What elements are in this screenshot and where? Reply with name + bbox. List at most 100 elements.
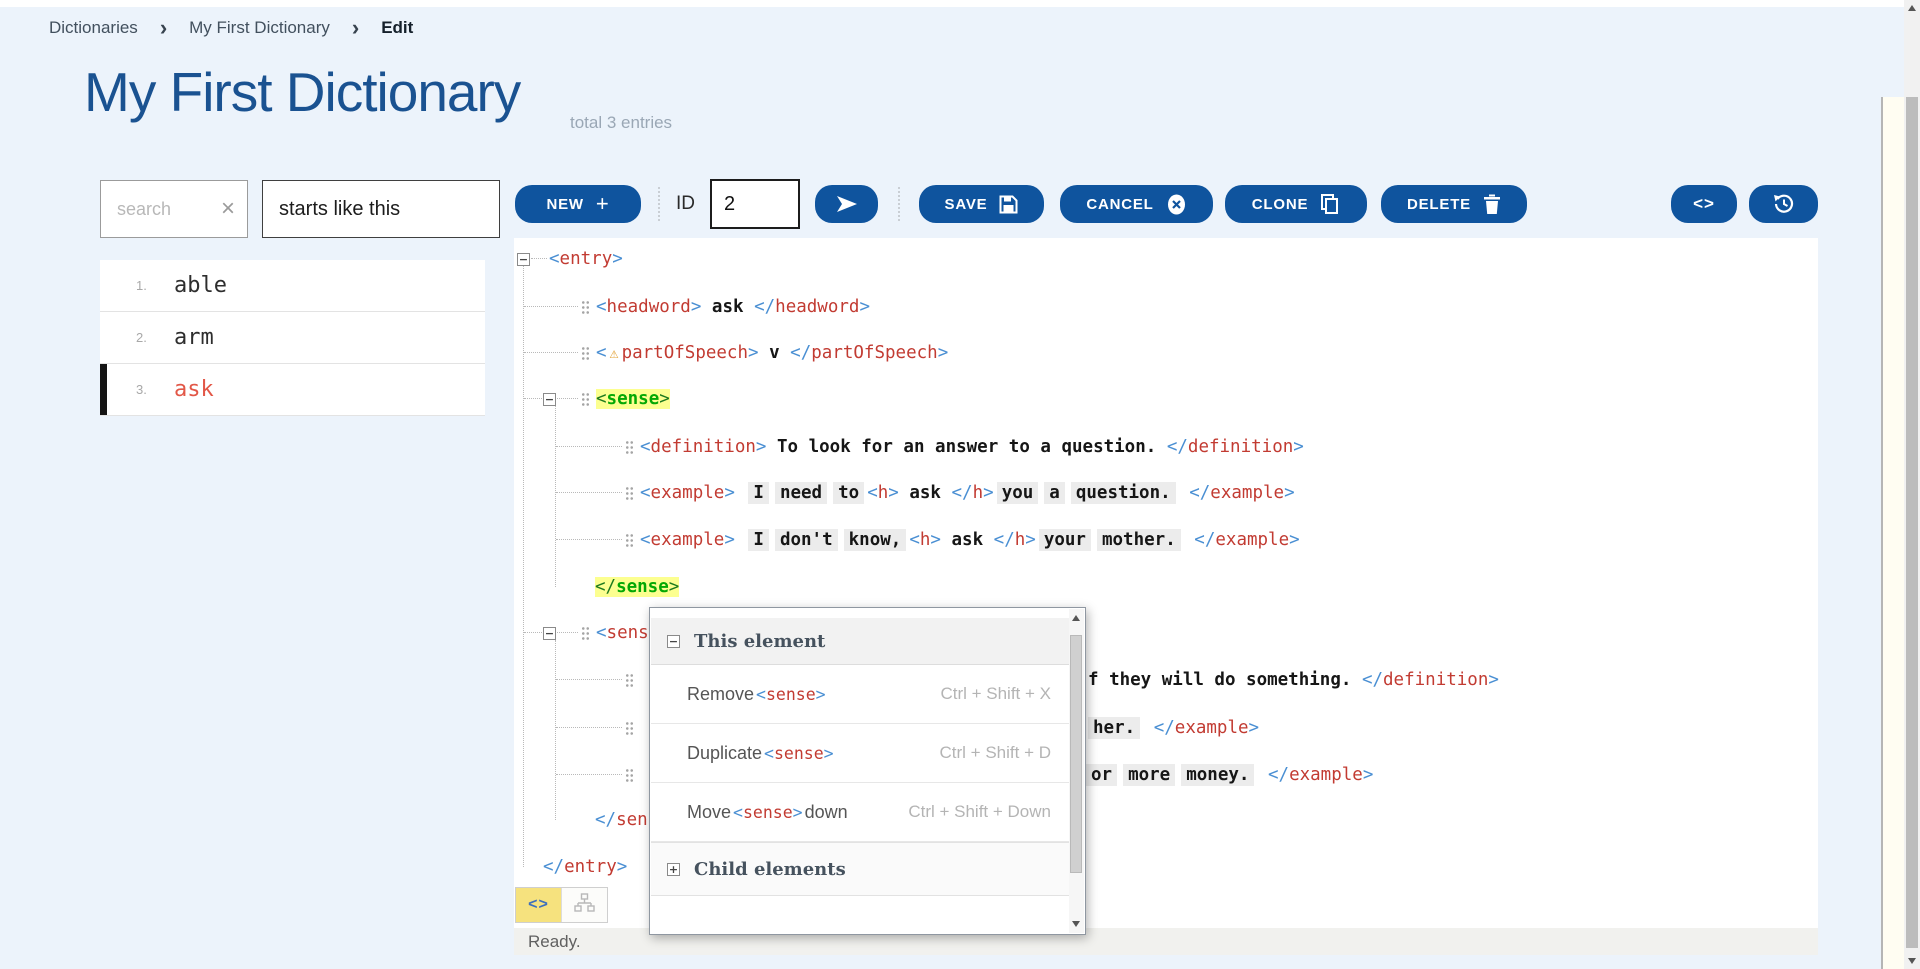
menu-item[interactable]: Move <sense> downCtrl + Shift + Down bbox=[651, 783, 1069, 842]
expand-icon[interactable]: + bbox=[667, 863, 680, 876]
text-node[interactable]: To look for an answer to a question. bbox=[766, 437, 1166, 457]
xml-close-tag[interactable]: </headword> bbox=[754, 297, 870, 317]
xml-close-tag[interactable]: </sense> bbox=[595, 577, 679, 597]
save-button[interactable]: SAVE bbox=[919, 185, 1044, 223]
text-chip[interactable]: your bbox=[1039, 529, 1091, 551]
menu-section-this-element[interactable]: − This element bbox=[651, 618, 1069, 665]
text-node[interactable] bbox=[735, 530, 746, 550]
text-node[interactable]: v bbox=[759, 343, 791, 363]
xml-close-tag[interactable]: </example> bbox=[1194, 530, 1299, 550]
xml-close-tag[interactable]: </h> bbox=[994, 530, 1036, 550]
text-node[interactable] bbox=[1184, 530, 1195, 550]
delete-button[interactable]: DELETE bbox=[1381, 185, 1527, 223]
text-node[interactable]: ask bbox=[899, 483, 952, 503]
text-node[interactable] bbox=[735, 483, 746, 503]
go-to-id-button[interactable] bbox=[815, 185, 878, 223]
drag-handle-icon[interactable] bbox=[625, 486, 634, 501]
scroll-down-icon[interactable] bbox=[1908, 958, 1916, 964]
scroll-down-icon[interactable] bbox=[1072, 921, 1080, 927]
angle-bracket: > bbox=[724, 530, 735, 550]
text-node[interactable] bbox=[1143, 718, 1154, 738]
xml-open-tag[interactable]: <example> bbox=[640, 483, 735, 503]
text-chip[interactable]: I bbox=[748, 529, 769, 551]
text-node[interactable] bbox=[1257, 765, 1268, 785]
collapse-toggle[interactable]: − bbox=[543, 627, 556, 640]
tag-name: definition bbox=[651, 437, 756, 457]
history-button[interactable] bbox=[1749, 185, 1818, 223]
keyboard-shortcut: Ctrl + Shift + Down bbox=[908, 802, 1051, 822]
menu-scrollbar-thumb[interactable] bbox=[1070, 635, 1082, 873]
collapse-toggle[interactable]: − bbox=[517, 253, 530, 266]
text-chip[interactable]: know, bbox=[844, 529, 907, 551]
collapse-toggle[interactable]: − bbox=[543, 393, 556, 406]
text-chip[interactable]: her. bbox=[1088, 717, 1140, 739]
drag-handle-icon[interactable] bbox=[581, 626, 590, 641]
xml-close-tag[interactable]: </partOfSpeech> bbox=[790, 343, 948, 363]
drag-handle-icon[interactable] bbox=[625, 533, 634, 548]
text-chip[interactable]: I bbox=[748, 482, 769, 504]
text-node[interactable] bbox=[1179, 483, 1190, 503]
drag-handle-icon[interactable] bbox=[581, 300, 590, 315]
xml-open-tag[interactable]: <sense> bbox=[596, 389, 670, 409]
collapse-icon[interactable]: − bbox=[667, 635, 680, 648]
xml-close-tag[interactable]: </example> bbox=[1189, 483, 1294, 503]
text-chip[interactable]: you bbox=[997, 482, 1039, 504]
search-input[interactable] bbox=[115, 198, 219, 221]
search-mode-select[interactable]: starts like this bbox=[262, 180, 500, 238]
text-chip[interactable]: to bbox=[833, 482, 864, 504]
xml-open-tag[interactable]: <entry> bbox=[549, 249, 623, 269]
xml-line-segment: <headword> ask </headword> bbox=[581, 294, 870, 320]
xml-open-tag[interactable]: <⚠partOfSpeech> bbox=[596, 343, 759, 363]
code-view-toggle[interactable]: <> bbox=[516, 888, 562, 922]
breadcrumb-dictionaries[interactable]: Dictionaries bbox=[49, 18, 138, 38]
menu-section-label: Child elements bbox=[694, 859, 846, 880]
text-chip[interactable]: money. bbox=[1181, 764, 1254, 786]
tree-view-toggle[interactable] bbox=[562, 888, 607, 922]
menu-item[interactable]: Duplicate <sense>Ctrl + Shift + D bbox=[651, 724, 1069, 783]
chevron-right-icon: › bbox=[352, 17, 359, 39]
drag-handle-icon[interactable] bbox=[625, 721, 634, 736]
new-entry-button[interactable]: NEW + bbox=[515, 185, 641, 223]
clone-button[interactable]: CLONE bbox=[1225, 185, 1367, 223]
drag-handle-icon[interactable] bbox=[581, 346, 590, 361]
angle-bracket: < bbox=[764, 744, 774, 763]
code-view-button[interactable]: <> bbox=[1671, 185, 1737, 223]
angle-bracket: </ bbox=[1189, 483, 1210, 503]
scroll-up-icon[interactable] bbox=[1908, 5, 1916, 11]
clear-search-icon[interactable]: × bbox=[221, 197, 235, 221]
xml-open-tag[interactable]: <h> bbox=[909, 530, 941, 550]
xml-close-tag[interactable]: </example> bbox=[1268, 765, 1373, 785]
cancel-button[interactable]: CANCEL bbox=[1060, 185, 1213, 223]
entry-id-input[interactable] bbox=[710, 179, 800, 229]
text-node[interactable]: f they will do something. bbox=[1088, 670, 1362, 690]
xml-line-segment: <example> Ineedto<h> ask </h>youa questio… bbox=[625, 480, 1295, 506]
text-chip[interactable]: don't bbox=[775, 529, 838, 551]
xml-open-tag[interactable]: <h> bbox=[867, 483, 899, 503]
xml-close-tag[interactable]: </example> bbox=[1154, 718, 1259, 738]
drag-handle-icon[interactable] bbox=[625, 768, 634, 783]
drag-handle-icon[interactable] bbox=[625, 673, 634, 688]
text-chip[interactable]: question. bbox=[1071, 482, 1176, 504]
text-chip[interactable]: need bbox=[775, 482, 827, 504]
text-node[interactable]: ask bbox=[941, 530, 994, 550]
xml-open-tag[interactable]: <headword> bbox=[596, 297, 701, 317]
drag-handle-icon[interactable] bbox=[625, 440, 634, 455]
xml-close-tag[interactable]: </entry> bbox=[543, 857, 627, 877]
menu-item-tag: <sense> bbox=[764, 744, 834, 763]
scroll-up-icon[interactable] bbox=[1072, 615, 1080, 621]
text-chip[interactable]: mother. bbox=[1097, 529, 1181, 551]
menu-scrollbar[interactable] bbox=[1069, 609, 1084, 933]
xml-close-tag[interactable]: </definition> bbox=[1167, 437, 1304, 457]
drag-handle-icon[interactable] bbox=[581, 392, 590, 407]
xml-close-tag[interactable]: </h> bbox=[952, 483, 994, 503]
text-chip[interactable]: or bbox=[1086, 764, 1117, 786]
xml-open-tag[interactable]: <example> bbox=[640, 530, 735, 550]
menu-section-child-elements[interactable]: + Child elements bbox=[651, 842, 1069, 896]
xml-close-tag[interactable]: </definition> bbox=[1362, 670, 1499, 690]
text-node[interactable]: ask bbox=[701, 297, 754, 317]
text-chip[interactable]: more bbox=[1123, 764, 1175, 786]
breadcrumb-dictionary[interactable]: My First Dictionary bbox=[189, 18, 330, 38]
text-chip[interactable]: a bbox=[1044, 482, 1065, 504]
xml-open-tag[interactable]: <definition> bbox=[640, 437, 766, 457]
menu-item[interactable]: Remove <sense>Ctrl + Shift + X bbox=[651, 665, 1069, 724]
